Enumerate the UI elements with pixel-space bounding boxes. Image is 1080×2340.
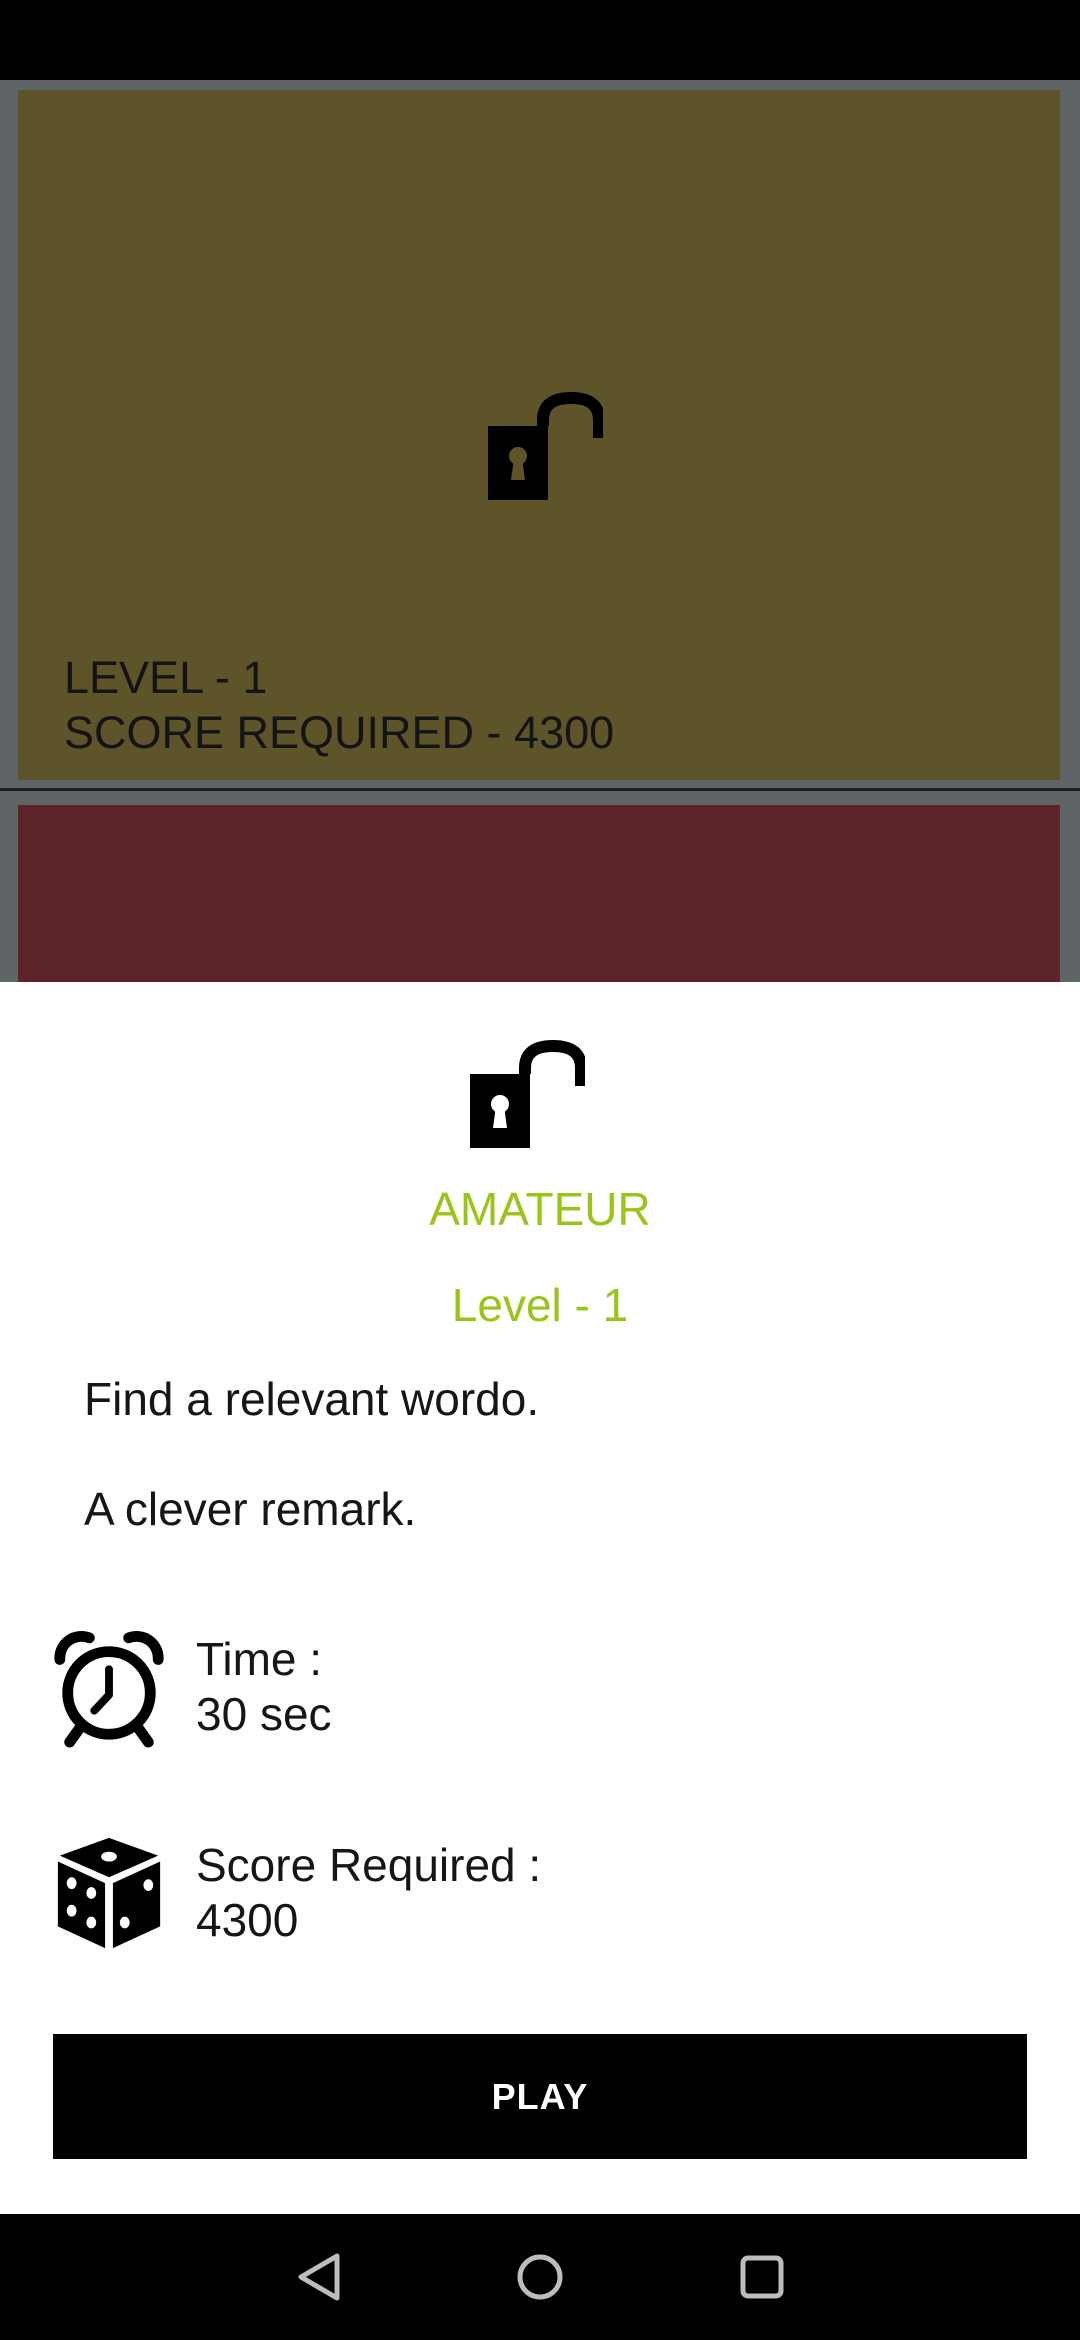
- play-button[interactable]: PLAY: [53, 2034, 1027, 2159]
- score-required-label: Score Required :: [196, 1839, 542, 1891]
- level-details-sheet: AMATEUR Level - 1 Find a relevant wordo.…: [0, 982, 1080, 2214]
- level-card-score-required: SCORE REQUIRED - 4300: [64, 707, 615, 758]
- unlock-icon: [470, 1039, 585, 1148]
- time-label: Time :: [196, 1633, 323, 1685]
- dice-icon: [57, 1837, 161, 1949]
- description-line-1: Find a relevant wordo.: [84, 1373, 540, 1425]
- level-card-text: LEVEL - 1 SCORE REQUIRED - 4300: [64, 650, 614, 760]
- level-card-level: LEVEL - 1: [64, 652, 268, 703]
- navigation-bar: [0, 2214, 1080, 2340]
- unlock-icon: [488, 391, 603, 500]
- home-icon[interactable]: [505, 2242, 575, 2312]
- status-bar: [0, 0, 1080, 80]
- time-info: Time : 30 sec: [196, 1632, 332, 1742]
- time-value: 30 sec: [196, 1688, 332, 1740]
- category-title: AMATEUR: [429, 1183, 651, 1235]
- card-divider: [0, 788, 1080, 791]
- alarm-clock-icon: [54, 1630, 164, 1748]
- level-title: Level - 1: [451, 1279, 629, 1331]
- score-info: Score Required : 4300: [196, 1838, 541, 1948]
- recents-icon[interactable]: [727, 2242, 797, 2312]
- score-required-value: 4300: [196, 1894, 299, 1946]
- level-list[interactable]: LEVEL - 1 SCORE REQUIRED - 4300: [0, 80, 1080, 982]
- description-line-2: A clever remark.: [84, 1483, 417, 1535]
- level-card-2[interactable]: [18, 805, 1060, 982]
- level-card-1[interactable]: LEVEL - 1 SCORE REQUIRED - 4300: [18, 90, 1060, 780]
- back-icon[interactable]: [285, 2242, 355, 2312]
